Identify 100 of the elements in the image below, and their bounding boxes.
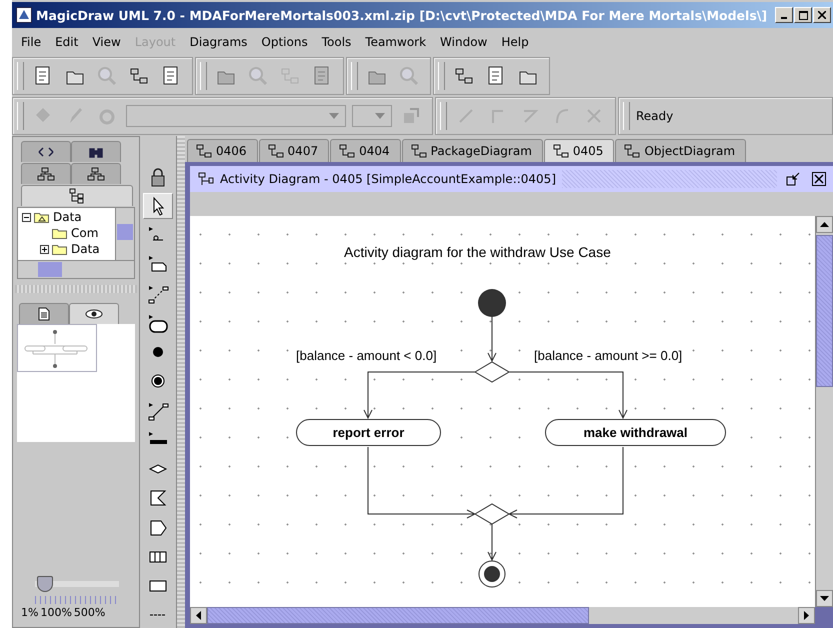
menu-item[interactable]: Options bbox=[254, 35, 315, 49]
initial-node bbox=[478, 289, 506, 317]
diagram-tab[interactable]: 0405 bbox=[544, 139, 614, 162]
browser-tab[interactable] bbox=[71, 141, 121, 162]
menu-item[interactable]: Window bbox=[433, 35, 494, 49]
browser-tab[interactable] bbox=[71, 163, 121, 184]
panel-tab[interactable] bbox=[19, 303, 69, 324]
app-icon bbox=[16, 7, 32, 23]
diagram-tab[interactable]: 0406 bbox=[187, 139, 258, 162]
scroll-right-button[interactable] bbox=[798, 607, 815, 624]
toolbar-grip[interactable] bbox=[17, 102, 24, 130]
down-arrow-icon bbox=[820, 596, 829, 601]
zoom-min-label: 1% bbox=[21, 606, 38, 619]
toolbar-grip[interactable] bbox=[351, 62, 358, 90]
scrollbar-thumb[interactable] bbox=[816, 235, 833, 387]
scroll-down-button[interactable] bbox=[816, 590, 833, 607]
diagram-icon bbox=[552, 144, 569, 158]
action-node: report error bbox=[296, 419, 441, 446]
dropdown-arrow-icon bbox=[329, 113, 339, 119]
browser-tab[interactable] bbox=[21, 185, 133, 206]
merge-node bbox=[474, 503, 510, 525]
diagram-icon bbox=[339, 144, 356, 158]
diagram-tab[interactable]: 0404 bbox=[330, 139, 401, 162]
status-text: Ready bbox=[636, 109, 674, 123]
zoom-default-label: 100% bbox=[40, 606, 72, 619]
action-icon bbox=[147, 312, 169, 333]
close-icon bbox=[812, 172, 826, 186]
browser-tab[interactable] bbox=[21, 163, 71, 184]
browser-tab[interactable] bbox=[21, 141, 71, 162]
anchor-icon bbox=[147, 284, 169, 304]
menu-item[interactable]: Help bbox=[494, 35, 536, 49]
decision-node bbox=[474, 361, 510, 383]
hierarchy-icon bbox=[87, 167, 105, 181]
close-icon bbox=[818, 11, 826, 19]
slider-thumb[interactable] bbox=[37, 576, 54, 592]
toolbar-grip[interactable] bbox=[17, 62, 24, 90]
tree-icon bbox=[69, 188, 85, 204]
code-brackets-icon bbox=[37, 146, 55, 158]
eye-icon bbox=[85, 308, 103, 320]
scroll-left-button[interactable] bbox=[190, 607, 207, 624]
diagram-icon bbox=[624, 144, 640, 158]
menu-item[interactable]: Tools bbox=[314, 35, 358, 49]
toolbar-grip[interactable] bbox=[200, 62, 207, 90]
diagram-tab[interactable]: 0407 bbox=[258, 139, 330, 162]
magnifier-icon bbox=[247, 65, 269, 87]
guard-label: [balance - amount >= 0.0] bbox=[534, 348, 682, 363]
hierarchy-icon bbox=[37, 167, 55, 181]
activity-diagram-icon bbox=[198, 172, 214, 186]
diagram-icon bbox=[196, 144, 212, 158]
vertical-scrollbar[interactable] bbox=[115, 208, 134, 260]
diagram-window-title: Activity Diagram - 0405 [SimpleAccountExample::0405] bbox=[220, 172, 556, 186]
left-arrow-icon bbox=[196, 611, 201, 620]
maximize-icon bbox=[798, 10, 808, 20]
note-icon bbox=[147, 254, 169, 274]
close-button[interactable] bbox=[813, 7, 831, 23]
horizontal-scrollbar[interactable] bbox=[18, 260, 134, 278]
scrollbar-thumb[interactable] bbox=[207, 607, 589, 624]
pointer-tool[interactable] bbox=[143, 193, 173, 218]
close-button[interactable] bbox=[809, 169, 829, 189]
tree-item[interactable]: Com bbox=[71, 226, 98, 240]
folder-icon bbox=[52, 243, 68, 255]
diagram-canvas[interactable]: Activity diagram for the withdraw Use Case [balance - amount < 0.0] [balance - amount >= 0.0] report error make withdrawal bbox=[190, 216, 815, 607]
action-node: make withdrawal bbox=[545, 419, 726, 446]
up-arrow-icon bbox=[820, 222, 829, 227]
tree-item[interactable]: Data bbox=[53, 210, 82, 224]
magnifier-icon bbox=[398, 65, 420, 87]
flow-icon bbox=[147, 400, 169, 421]
menu-item[interactable]: View bbox=[85, 35, 128, 49]
toolbar-grip[interactable] bbox=[438, 62, 445, 90]
final-node bbox=[478, 560, 506, 588]
menu-item[interactable]: Diagrams bbox=[182, 35, 254, 49]
undock-icon bbox=[786, 172, 800, 186]
tree-item[interactable]: Data bbox=[71, 242, 100, 256]
minimize-button[interactable] bbox=[775, 7, 793, 23]
scroll-up-button[interactable] bbox=[816, 216, 833, 233]
scrollbar-thumb[interactable] bbox=[117, 224, 133, 240]
menu-item[interactable]: Teamwork bbox=[358, 35, 434, 49]
window-title: MagicDraw UML 7.0 - MDAForMereMortals003.xml.zip [D:\cvt\Protected\MDA For Mere Mortals\Models\] bbox=[36, 8, 768, 22]
document-icon bbox=[38, 307, 50, 321]
maximize-button[interactable] bbox=[794, 7, 812, 23]
magnifier-icon bbox=[96, 65, 118, 87]
separator-icon bbox=[150, 614, 166, 616]
diagram-icon bbox=[410, 144, 427, 158]
menu-item[interactable]: File bbox=[14, 35, 48, 49]
control-flow bbox=[488, 316, 496, 362]
toolbar-grip[interactable] bbox=[623, 102, 630, 130]
toolbar-grip[interactable] bbox=[440, 102, 447, 130]
vertical-scrollbar[interactable] bbox=[815, 216, 833, 607]
menu-item[interactable]: Edit bbox=[48, 35, 86, 49]
diagram-tab[interactable]: ObjectDiagram bbox=[615, 139, 746, 162]
diagram-icon bbox=[268, 144, 284, 158]
guard-label: [balance - amount < 0.0] bbox=[296, 348, 437, 363]
package-folder-icon bbox=[34, 211, 50, 223]
collapse-icon[interactable] bbox=[22, 212, 31, 222]
dropdown-arrow-icon bbox=[375, 113, 385, 119]
panel-tab[interactable] bbox=[69, 303, 119, 324]
horizontal-scrollbar[interactable] bbox=[190, 607, 815, 624]
expand-icon[interactable] bbox=[40, 244, 49, 254]
scrollbar-thumb[interactable] bbox=[38, 262, 62, 277]
diagram-tab[interactable]: PackageDiagram bbox=[402, 139, 543, 162]
